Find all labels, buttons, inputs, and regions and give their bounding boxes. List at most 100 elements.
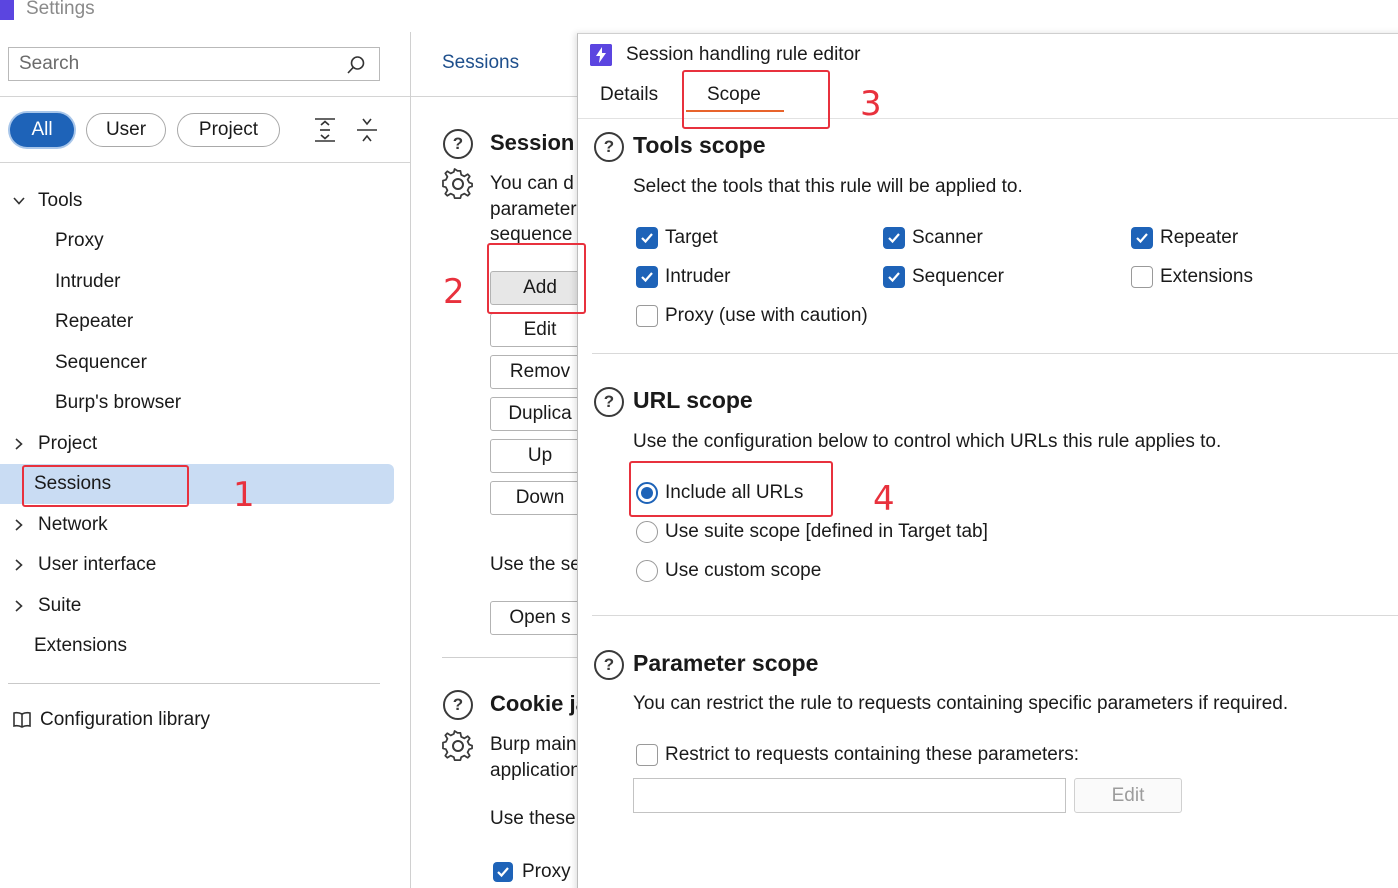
tab-details[interactable]: Details: [600, 84, 658, 106]
help-icon[interactable]: ?: [594, 132, 624, 162]
search-icon[interactable]: [345, 54, 367, 76]
expand-all-icon[interactable]: [313, 116, 337, 144]
checkbox-scanner-label: Scanner: [912, 227, 983, 248]
help-icon[interactable]: ?: [443, 690, 473, 720]
parameters-field[interactable]: [633, 778, 1066, 813]
checkbox-checked[interactable]: [1131, 227, 1153, 249]
nav-sequencer[interactable]: Sequencer: [55, 343, 147, 383]
filter-project-button[interactable]: Project: [177, 113, 280, 147]
edit-parameters-button[interactable]: Edit: [1074, 778, 1182, 813]
filter-user-button[interactable]: User: [86, 113, 166, 147]
checkbox-intruder[interactable]: Intruder: [636, 266, 730, 288]
annotation-number-2: 2: [443, 272, 465, 312]
nav-suite-label: Suite: [38, 595, 82, 616]
radio-unselected[interactable]: [636, 560, 658, 582]
checkbox-target[interactable]: Target: [636, 227, 718, 249]
chevron-right-icon[interactable]: [12, 558, 26, 572]
nav-user-interface[interactable]: User interface: [12, 545, 156, 585]
nav-tools-label: Tools: [38, 190, 83, 211]
nav-burps-browser[interactable]: Burp's browser: [55, 383, 181, 423]
annotation-box-4: [629, 461, 833, 517]
filter-all-button[interactable]: All: [10, 113, 74, 147]
session-desc-line2: parameter: [490, 199, 577, 220]
checkbox-checked[interactable]: [636, 227, 658, 249]
url-scope-title: URL scope: [633, 387, 753, 413]
help-icon[interactable]: ?: [443, 129, 473, 159]
nav-intruder[interactable]: Intruder: [55, 262, 120, 302]
search-input[interactable]: [9, 48, 329, 80]
nav-user-interface-label: User interface: [38, 554, 157, 575]
radio-custom-scope[interactable]: Use custom scope: [636, 560, 821, 582]
checkbox-extensions[interactable]: Extensions: [1131, 266, 1253, 288]
checkbox-intruder-label: Intruder: [665, 266, 731, 287]
checkbox-restrict-parameters[interactable]: Restrict to requests containing these pa…: [636, 744, 1079, 766]
checkbox-checked[interactable]: [636, 266, 658, 288]
duplicate-rule-button[interactable]: Duplica: [490, 397, 590, 431]
open-sessions-tracer-button[interactable]: Open s: [490, 601, 590, 635]
annotation-number-3: 3: [860, 84, 882, 124]
nav-extensions[interactable]: Extensions: [34, 626, 127, 666]
nav-network[interactable]: Network: [12, 505, 108, 545]
sidebar-divider: [410, 32, 411, 888]
chevron-right-icon[interactable]: [12, 518, 26, 532]
breadcrumb-sessions[interactable]: Sessions: [442, 52, 519, 74]
checkbox-checked[interactable]: [883, 227, 905, 249]
checkbox-checked[interactable]: [493, 862, 513, 882]
checkbox-sequencer[interactable]: Sequencer: [883, 266, 1004, 288]
burp-logo-icon: [590, 44, 612, 66]
book-icon: [13, 711, 31, 728]
nav-configuration-library[interactable]: Configuration library: [12, 700, 210, 740]
checkbox-checked[interactable]: [883, 266, 905, 288]
nav-suite[interactable]: Suite: [12, 586, 81, 626]
radio-suite-scope-label: Use suite scope [defined in Target tab]: [665, 521, 988, 542]
nav-tools[interactable]: Tools: [12, 181, 82, 221]
chevron-down-icon[interactable]: [12, 194, 26, 208]
nav-proxy[interactable]: Proxy: [55, 221, 104, 261]
help-icon[interactable]: ?: [594, 387, 624, 417]
radio-suite-scope[interactable]: Use suite scope [defined in Target tab]: [636, 521, 988, 543]
parameter-scope-title: Parameter scope: [633, 650, 819, 676]
use-these-text: Use these: [490, 808, 576, 829]
collapse-all-icon[interactable]: [355, 116, 379, 144]
down-rule-button[interactable]: Down: [490, 481, 590, 515]
up-rule-button[interactable]: Up: [490, 439, 590, 473]
nav-repeater[interactable]: Repeater: [55, 302, 133, 342]
checkbox-unchecked[interactable]: [1131, 266, 1153, 288]
session-desc-line1: You can d: [490, 173, 574, 194]
nav-project-label: Project: [38, 433, 98, 454]
checkbox-restrict-parameters-label: Restrict to requests containing these pa…: [665, 744, 1079, 765]
chevron-right-icon[interactable]: [12, 437, 26, 451]
window-title: Settings: [26, 0, 95, 19]
url-scope-desc: Use the configuration below to control w…: [633, 431, 1222, 452]
divider: [592, 353, 1398, 354]
checkbox-unchecked[interactable]: [636, 305, 658, 327]
divider: [442, 657, 582, 658]
help-icon[interactable]: ?: [594, 650, 624, 680]
nav-configuration-library-label: Configuration library: [40, 709, 211, 730]
checkbox-repeater-label: Repeater: [1160, 227, 1239, 248]
checkbox-repeater[interactable]: Repeater: [1131, 227, 1238, 249]
tools-scope-title: Tools scope: [633, 132, 766, 158]
checkbox-scanner[interactable]: Scanner: [883, 227, 983, 249]
nav-project[interactable]: Project: [12, 424, 97, 464]
checkbox-extensions-label: Extensions: [1160, 266, 1253, 287]
gear-icon[interactable]: [442, 168, 474, 200]
search-field[interactable]: [8, 47, 380, 81]
chevron-right-icon[interactable]: [12, 599, 26, 613]
checkbox-proxy-label: Proxy (use with caution): [665, 305, 868, 326]
remove-rule-button[interactable]: Remov: [490, 355, 590, 389]
parameter-scope-desc: You can restrict the rule to requests co…: [633, 693, 1289, 714]
divider: [8, 683, 380, 684]
gear-icon[interactable]: [442, 730, 474, 762]
checkbox-proxy[interactable]: Proxy (use with caution): [636, 305, 868, 327]
checkbox-unchecked[interactable]: [636, 744, 658, 766]
divider: [0, 96, 410, 97]
divider: [592, 615, 1398, 616]
edit-rule-button[interactable]: Edit: [490, 313, 590, 347]
annotation-number-4: 4: [873, 479, 895, 519]
annotation-number-1: 1: [233, 475, 255, 515]
cookie-jar-title: Cookie ja: [490, 691, 588, 716]
radio-unselected[interactable]: [636, 521, 658, 543]
cookie-proxy-checkbox[interactable]: Proxy: [493, 859, 571, 885]
divider: [411, 96, 581, 97]
